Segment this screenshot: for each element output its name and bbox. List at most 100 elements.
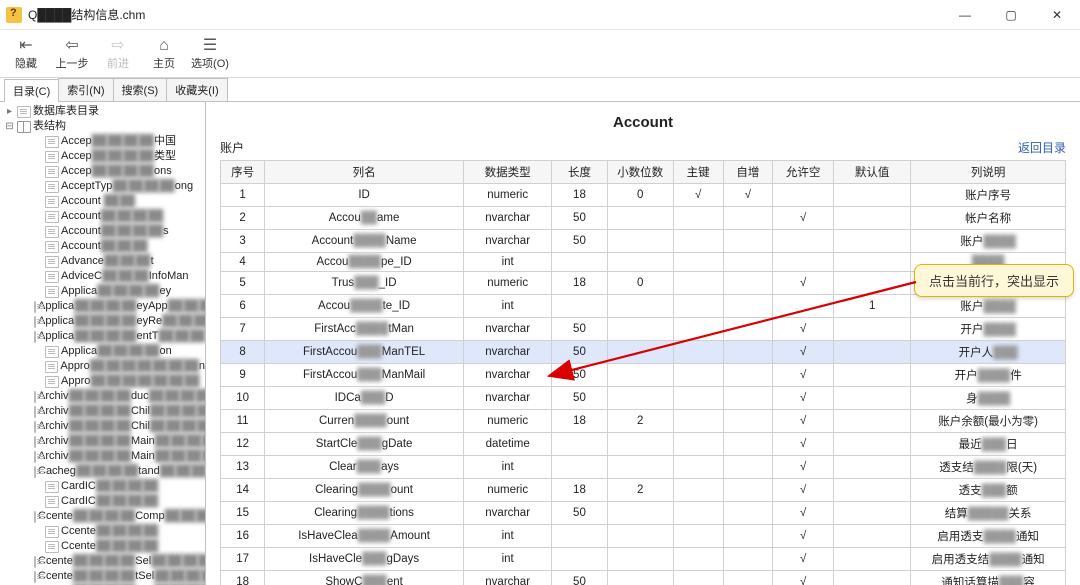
table-cell <box>607 230 673 253</box>
table-cell <box>833 548 910 571</box>
table-row[interactable]: 15Clearing████tionsnvarchar50√结算█████关系 <box>221 502 1066 525</box>
table-row[interactable]: 10IDCa███Dnvarchar50√身████ <box>221 387 1066 410</box>
table-row[interactable]: 18ShowC███entnvarchar50√通知话算描███容 <box>221 571 1066 585</box>
tab-search[interactable]: 搜索(S) <box>113 78 168 101</box>
tree-item[interactable]: Advance██████t <box>4 254 205 269</box>
table-cell: √ <box>773 387 834 410</box>
table-cell: 50 <box>552 364 607 387</box>
tree-item[interactable]: Ccente████████tSel████████and <box>4 569 205 584</box>
table-cell: IsHaveClea████Amount <box>265 525 464 548</box>
tree-item-label: AdviceC██████InfoMan <box>61 269 189 284</box>
options-button[interactable]: ☰选项(O) <box>188 32 232 76</box>
tree-item[interactable]: Archiv████████duc████████le <box>4 389 205 404</box>
table-row[interactable]: 3Account████Namenvarchar50账户████ <box>221 230 1066 253</box>
tab-favorites[interactable]: 收藏夹(I) <box>166 78 227 101</box>
table-row[interactable]: 1IDnumeric180√√账户序号 <box>221 184 1066 207</box>
window-close-button[interactable]: ✕ <box>1034 0 1080 30</box>
tree-item[interactable]: Applica████████eyRe██████ <box>4 314 205 329</box>
page-icon <box>45 496 59 508</box>
table-row[interactable]: 7FirstAcc████tMannvarchar50√开户████ <box>221 318 1066 341</box>
back-button[interactable]: ⇦上一步 <box>50 32 94 76</box>
table-row[interactable]: 16IsHaveClea████Amountint√启用透支████通知 <box>221 525 1066 548</box>
tree-item[interactable]: Account ████ <box>4 194 205 209</box>
table-cell: 50 <box>552 502 607 525</box>
tree-root[interactable]: ▸数据库表目录 <box>4 104 205 119</box>
table-cell <box>607 364 673 387</box>
tree-item[interactable]: CardIC████████ <box>4 479 205 494</box>
table-row[interactable]: 12StartCle███gDatedatetime√最近███日 <box>221 433 1066 456</box>
table-cell <box>723 525 773 548</box>
window-maximize-button[interactable]: ▢ <box>988 0 1034 30</box>
page-icon <box>34 316 36 328</box>
tree-item[interactable]: AcceptTyp████████ong <box>4 179 205 194</box>
tree-item[interactable]: Ccente████████ <box>4 539 205 554</box>
table-cell: 启用透支████通知 <box>911 525 1066 548</box>
table-cell: 9 <box>221 364 265 387</box>
table-cell <box>833 230 910 253</box>
tree-item[interactable]: Ccente████████ <box>4 524 205 539</box>
tab-contents[interactable]: 目录(C) <box>4 79 59 102</box>
table-cell <box>552 253 607 272</box>
table-cell: int <box>463 525 551 548</box>
table-cell: √ <box>773 433 834 456</box>
table-row[interactable]: 14Clearing████ountnumeric182√透支███额 <box>221 479 1066 502</box>
tree-item[interactable]: Ccente████████Comp████████ <box>4 509 205 524</box>
back-to-toc-link[interactable]: 返回目录 <box>1018 139 1066 156</box>
expand-icon[interactable]: ⊟ <box>4 119 15 134</box>
expand-icon[interactable]: ▸ <box>4 104 15 119</box>
tree-item[interactable]: Applica████████eyApp██████l <box>4 299 205 314</box>
tree-item[interactable]: Applica████████entT██████ <box>4 329 205 344</box>
tree-item-label: Archiv████████Main████████ <box>38 434 206 449</box>
tree-item-label: Applica████████on <box>61 344 172 359</box>
tree-item[interactable]: Ccente████████Sel████████lass <box>4 554 205 569</box>
page-icon <box>45 196 59 208</box>
page-icon <box>34 511 36 523</box>
table-cell: nvarchar <box>463 341 551 364</box>
table-row[interactable]: 9FirstAccou███ManMailnvarchar50√开户████件 <box>221 364 1066 387</box>
table-cell <box>723 571 773 585</box>
tree-item[interactable]: Accep████████ons <box>4 164 205 179</box>
tree-item[interactable]: Account████████ <box>4 209 205 224</box>
tree-root[interactable]: ⊟表结构 <box>4 119 205 134</box>
tree-item[interactable]: Archiv████████Chil████████ <box>4 419 205 434</box>
table-cell: nvarchar <box>463 571 551 585</box>
tree-item[interactable]: AdviceC██████InfoMan <box>4 269 205 284</box>
table-cell: 最近███日 <box>911 433 1066 456</box>
tree-item[interactable]: Archiv████████Chil████████ldDa████ <box>4 404 205 419</box>
tree-view[interactable]: ▸数据库表目录⊟表结构Accep████████中国Accep████████类… <box>0 102 205 585</box>
table-cell: ID <box>265 184 464 207</box>
tree-item[interactable]: Cacheg████████tand████████lass██ <box>4 464 205 479</box>
tree-item[interactable]: Accep████████中国 <box>4 134 205 149</box>
table-cell: 0 <box>607 272 673 295</box>
tree-item[interactable]: Appro██████████████n <box>4 359 205 374</box>
tree-item[interactable]: Appro██████████████ <box>4 374 205 389</box>
home-button[interactable]: ⌂主页 <box>142 32 186 76</box>
tree-item[interactable]: Applica████████on <box>4 344 205 359</box>
hide-button[interactable]: ⇤隐藏 <box>4 32 48 76</box>
table-cell <box>773 230 834 253</box>
forward-button-icon: ⇨ <box>111 37 124 55</box>
window-minimize-button[interactable]: — <box>942 0 988 30</box>
table-row[interactable]: 2Accou██amenvarchar50√帐户名称 <box>221 207 1066 230</box>
tree-item[interactable]: Account████████s <box>4 224 205 239</box>
table-row[interactable]: 8FirstAccou███ManTELnvarchar50√开户人███ <box>221 341 1066 364</box>
table-row[interactable]: 13Clear███aysint√透支结████限(天) <box>221 456 1066 479</box>
tree-item[interactable]: Applica████████ey <box>4 284 205 299</box>
tree-item[interactable]: Archiv████████Main████████ <box>4 449 205 464</box>
tree-item[interactable]: CardIC████████ <box>4 494 205 509</box>
toolbar: ⇤隐藏⇦上一步⇨前进⌂主页☰选项(O) <box>0 30 1080 78</box>
table-cell: ShowC███ent <box>265 571 464 585</box>
tree-item[interactable]: Accep████████类型 <box>4 149 205 164</box>
tab-index[interactable]: 索引(N) <box>58 78 113 101</box>
table-cell: 50 <box>552 341 607 364</box>
table-row[interactable]: 17IsHaveCle███gDaysint√启用透支结████通知 <box>221 548 1066 571</box>
column-header: 默认值 <box>833 161 910 184</box>
table-row[interactable]: 11Curren████ountnumeric182√账户余额(最小为零) <box>221 410 1066 433</box>
tree-item[interactable]: Account██████ <box>4 239 205 254</box>
table-cell <box>607 571 673 585</box>
table-row[interactable]: 6Accou████te_IDint1账户████ <box>221 295 1066 318</box>
tree-item-label: Account ████ <box>61 194 135 209</box>
page-icon <box>45 481 59 493</box>
tree-item[interactable]: Archiv████████Main████████ <box>4 434 205 449</box>
page-icon <box>45 286 59 298</box>
